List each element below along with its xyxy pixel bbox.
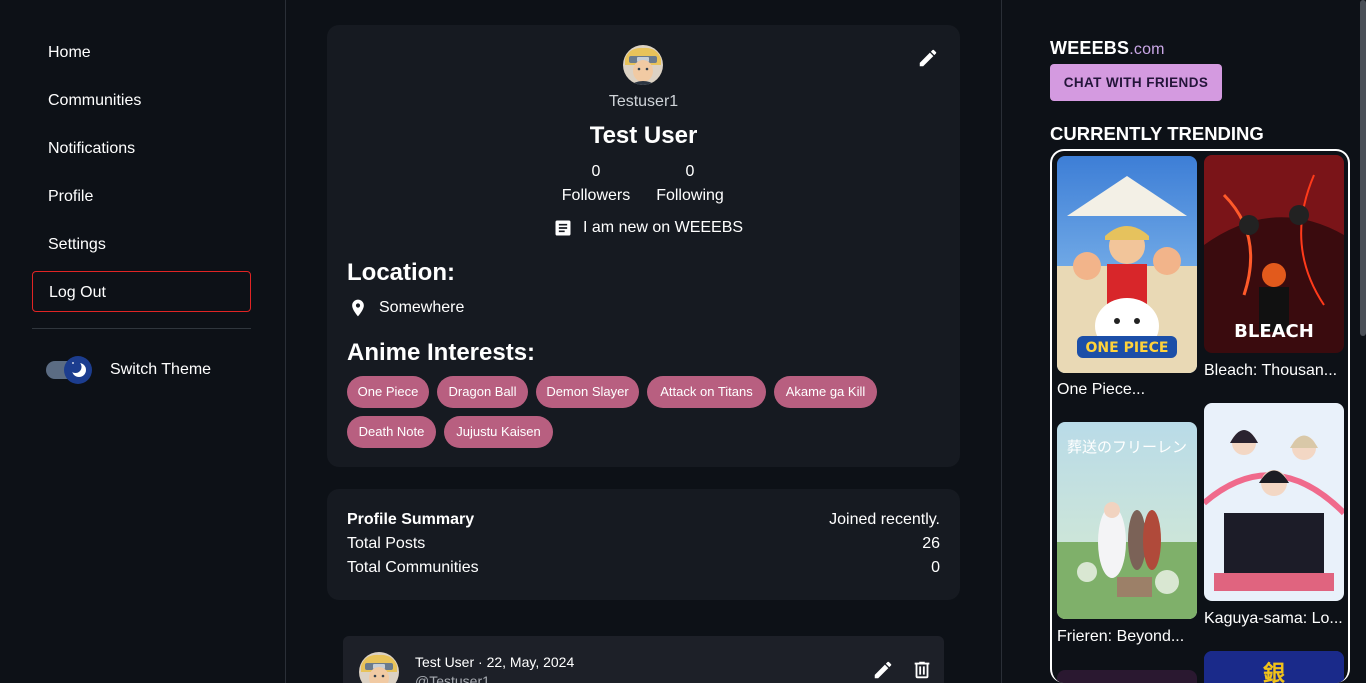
- summary-row: Total Posts 26: [347, 532, 940, 556]
- total-posts-label: Total Posts: [347, 535, 426, 552]
- nav-notifications[interactable]: Notifications: [32, 128, 251, 169]
- poster-logo-text: ONE PIECE: [1086, 340, 1169, 356]
- brand-suffix: .com: [1129, 41, 1165, 58]
- page-scrollbar[interactable]: [1360, 0, 1366, 336]
- poster-logo-text: 銀: [1263, 661, 1285, 683]
- interest-chip[interactable]: Demon Slayer: [536, 376, 639, 408]
- trending-title-frieren: Frieren: Beyond...: [1057, 628, 1185, 645]
- following-count[interactable]: 0: [640, 163, 740, 181]
- poster-frieren: 葬送のフリーレン: [1057, 422, 1197, 619]
- profile-summary-card: Profile Summary Joined recently. Total P…: [327, 489, 960, 600]
- bio-document-icon: [555, 220, 571, 236]
- brand-name: WEEEBS: [1050, 38, 1130, 58]
- poster-gintama: 銀: [1204, 651, 1344, 683]
- trending-card-frieren[interactable]: 葬送のフリーレン Frieren: Beyond...: [1057, 422, 1197, 652]
- poster-logo-text: 葬送のフリーレン: [1067, 438, 1187, 456]
- interest-chip[interactable]: Akame ga Kill: [774, 376, 877, 408]
- interest-chip[interactable]: Jujustu Kaisen: [444, 416, 553, 448]
- followers-count[interactable]: 0: [546, 163, 646, 181]
- post-card: Test User · 22, May, 2024 @Testuser1: [343, 636, 944, 683]
- poster-one-piece: ONE PIECE: [1057, 156, 1197, 373]
- interest-chip[interactable]: Death Note: [347, 416, 436, 448]
- followers-label[interactable]: Followers: [546, 187, 646, 205]
- toggle-knob: [64, 356, 92, 384]
- interests-heading: Anime Interests:: [347, 339, 536, 366]
- location-value: Somewhere: [379, 299, 465, 316]
- avatar: [623, 45, 663, 85]
- theme-label: Switch Theme: [110, 361, 212, 378]
- trending-title-one-piece: One Piece...: [1057, 381, 1146, 398]
- poster-bleach: BLEACH: [1204, 155, 1344, 353]
- total-posts-value: 26: [922, 535, 940, 552]
- total-communities-value: 0: [931, 559, 940, 576]
- moon-icon: [69, 361, 86, 377]
- total-communities-label: Total Communities: [347, 559, 479, 576]
- trending-card-next[interactable]: [1057, 670, 1197, 683]
- nav-settings[interactable]: Settings: [32, 224, 251, 265]
- interest-chip[interactable]: Dragon Ball: [437, 376, 528, 408]
- theme-toggle[interactable]: [46, 356, 96, 384]
- profile-username: Testuser1: [608, 93, 679, 110]
- summary-title: Profile Summary: [347, 511, 475, 528]
- left-sidebar: Home Communities Notifications Profile S…: [0, 0, 286, 683]
- trending-title-bleach: Bleach: Thousan...: [1204, 362, 1338, 379]
- trending-card-one-piece[interactable]: ONE PIECE One Piece...: [1057, 156, 1197, 406]
- delete-icon[interactable]: [911, 659, 933, 681]
- profile-bio: I am new on WEEEBS: [583, 219, 744, 236]
- trending-card-kaguya[interactable]: Kaguya-sama: Lo...: [1204, 403, 1344, 633]
- summary-row: Profile Summary Joined recently.: [347, 508, 940, 532]
- profile-display-name: Test User: [589, 122, 698, 149]
- post-avatar: [359, 652, 399, 683]
- poster-next: [1057, 670, 1197, 683]
- trending-list: ONE PIECE One Piece... BLEACH Bleach: Th…: [1050, 149, 1350, 683]
- nav-communities[interactable]: Communities: [32, 80, 251, 121]
- edit-icon[interactable]: [917, 47, 939, 69]
- interest-chip[interactable]: Attack on Titans: [647, 376, 766, 408]
- edit-icon[interactable]: [872, 659, 894, 681]
- post-handle[interactable]: @Testuser1: [415, 673, 490, 683]
- following-label[interactable]: Following: [640, 187, 740, 205]
- profile-card: Testuser1 Test User 0 Followers 0 Follow…: [327, 25, 960, 467]
- post-meta: Test User · 22, May, 2024: [415, 654, 575, 670]
- brand-logo[interactable]: WEEEBS.com: [1050, 38, 1165, 59]
- trending-heading: CURRENTLY TRENDING: [1050, 123, 1264, 144]
- sidebar-divider: [32, 328, 251, 329]
- chat-with-friends-button[interactable]: CHAT WITH FRIENDS: [1050, 64, 1222, 101]
- trending-card-bleach[interactable]: BLEACH Bleach: Thousan...: [1204, 155, 1344, 385]
- poster-logo-text: BLEACH: [1234, 321, 1314, 342]
- nav-profile[interactable]: Profile: [32, 176, 251, 217]
- trending-title-kaguya: Kaguya-sama: Lo...: [1204, 610, 1343, 627]
- joined-text: Joined recently.: [829, 511, 940, 528]
- location-pin-icon: [352, 299, 364, 317]
- location-heading: Location:: [347, 259, 455, 286]
- interest-chip[interactable]: One Piece: [347, 376, 429, 408]
- trending-card-gintama[interactable]: 銀: [1204, 651, 1344, 683]
- poster-kaguya: [1204, 403, 1344, 601]
- right-divider: [1001, 0, 1002, 683]
- nav-home[interactable]: Home: [32, 32, 251, 73]
- summary-row: Total Communities 0: [347, 556, 940, 580]
- logout-button[interactable]: Log Out: [32, 271, 251, 312]
